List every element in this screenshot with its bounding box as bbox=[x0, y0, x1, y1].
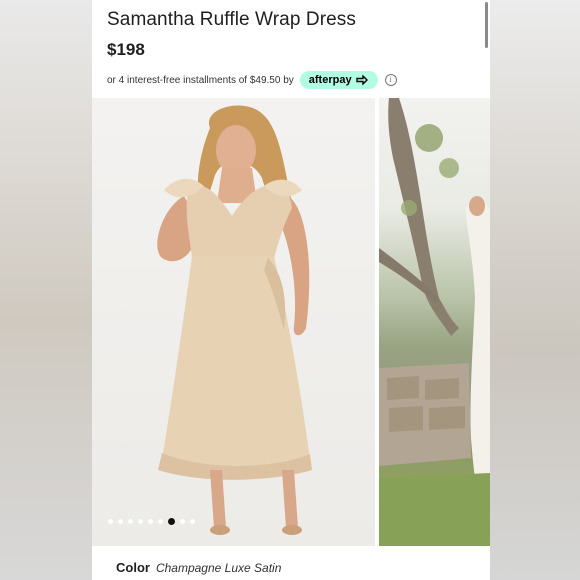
gallery-pagination[interactable] bbox=[108, 518, 195, 525]
afterpay-label: afterpay bbox=[308, 74, 352, 86]
blurred-background-left bbox=[0, 0, 92, 580]
color-selector: Color Champagne Luxe Satin bbox=[116, 560, 281, 575]
afterpay-badge[interactable]: afterpay bbox=[299, 71, 378, 89]
installment-info: or 4 interest-free installments of $49.5… bbox=[107, 69, 397, 91]
installment-text: or 4 interest-free installments of $49.5… bbox=[107, 74, 294, 86]
model-in-dress-image bbox=[157, 105, 312, 535]
pagination-dot[interactable] bbox=[148, 519, 153, 524]
pagination-dot[interactable] bbox=[158, 519, 163, 524]
pagination-dot[interactable] bbox=[118, 519, 123, 524]
product-panel: Samantha Ruffle Wrap Dress $198 or 4 int… bbox=[92, 0, 490, 580]
pagination-dot[interactable] bbox=[128, 519, 133, 524]
pagination-dot[interactable] bbox=[138, 519, 143, 524]
info-icon[interactable]: i bbox=[384, 74, 397, 86]
color-label: Color bbox=[116, 560, 150, 575]
pagination-dot[interactable] bbox=[108, 519, 113, 524]
outdoor-tree-image bbox=[379, 98, 490, 546]
blurred-background-right bbox=[490, 0, 580, 580]
product-photo-secondary[interactable] bbox=[379, 98, 490, 546]
pagination-dot[interactable] bbox=[190, 519, 195, 524]
scrollbar-thumb[interactable] bbox=[485, 2, 488, 48]
product-image-gallery[interactable] bbox=[92, 98, 490, 546]
color-value: Champagne Luxe Satin bbox=[155, 561, 282, 575]
pagination-dot[interactable] bbox=[180, 519, 185, 524]
afterpay-arrows-icon bbox=[355, 75, 368, 85]
product-photo-main[interactable] bbox=[92, 98, 375, 546]
pagination-dot-active[interactable] bbox=[168, 518, 175, 525]
product-price: $198 bbox=[107, 40, 145, 59]
product-title: Samantha Ruffle Wrap Dress bbox=[107, 9, 357, 30]
